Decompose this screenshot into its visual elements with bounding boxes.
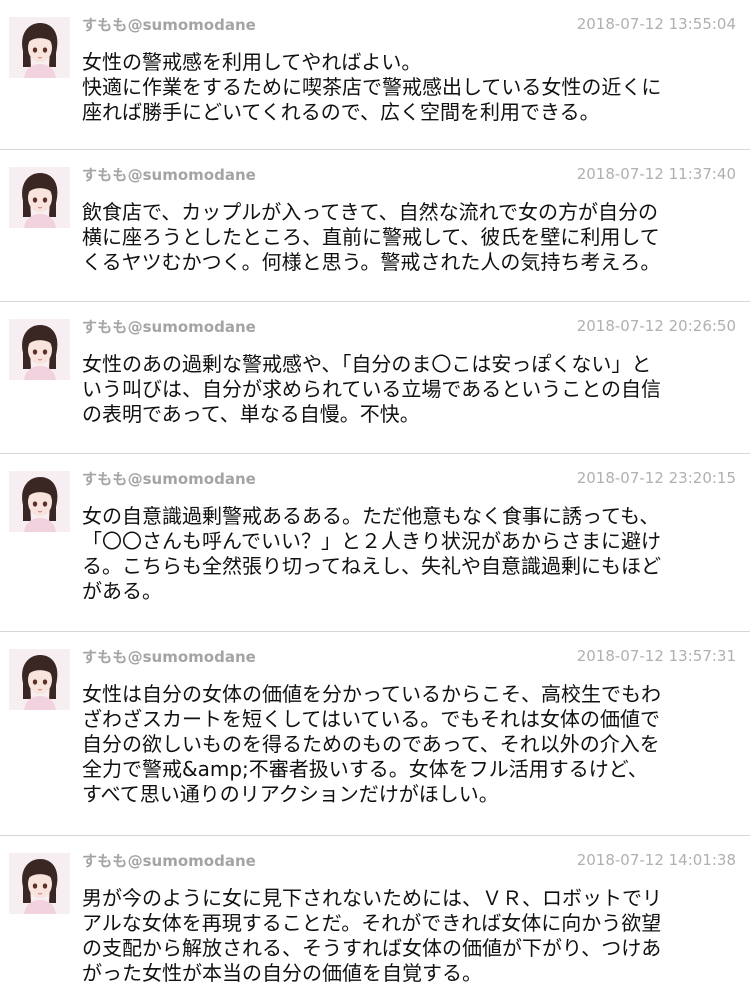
tweet-item[interactable]: すもも@sumomodane 2018-07-12 13:57:31 女性は自分… <box>0 632 750 836</box>
tweet-header: すもも@sumomodane 2018-07-12 23:20:15 <box>82 454 736 494</box>
tweet-item[interactable]: すもも@sumomodane 2018-07-12 14:01:38 男が今のよ… <box>0 836 750 998</box>
tweet-text-line: る。こちらも全然張り切ってねえし、失礼や自意識過剰にもほど <box>82 554 661 578</box>
tweet-text-line: すべて思い通りのリアクションだけがほしい。 <box>82 782 499 806</box>
tweet-item[interactable]: すもも@sumomodane 2018-07-12 20:26:50 女性のあの… <box>0 302 750 454</box>
tweet-text-line: がった女性が本当の自分の価値を自覚する。 <box>82 961 482 985</box>
tweet-text-line: 女性のあの過剰な警戒感や、「自分のま〇こは安っぽくない」と <box>82 352 652 376</box>
avatar-image <box>9 167 70 228</box>
user-handle[interactable]: @sumomodane <box>128 852 256 870</box>
user-name[interactable]: すもも <box>82 16 128 34</box>
user-handle[interactable]: @sumomodane <box>128 166 256 184</box>
tweet-text-line: 女性は自分の女体の価値を分かっているからこそ、高校生でもわ <box>82 682 661 706</box>
user-handle[interactable]: @sumomodane <box>128 470 256 488</box>
tweet-text: 女の自意識過剰警戒あるある。ただ他意もなく食事に誘っても、 「〇〇さんも呼んでい… <box>82 504 736 604</box>
tweet-item[interactable]: すもも@sumomodane 2018-07-12 23:20:15 女の自意識… <box>0 454 750 632</box>
timestamp: 2018-07-12 13:57:31 <box>576 647 736 665</box>
tweet-text-line: アルな女体を再現することだ。それができれば女体に向かう欲望 <box>82 911 662 935</box>
tweet-text-line: 横に座ろうとしたところ、直前に警戒して、彼氏を壁に利用して <box>82 225 660 249</box>
avatar[interactable] <box>9 649 70 710</box>
avatar-image <box>9 319 70 380</box>
tweet-header: すもも@sumomodane 2018-07-12 11:37:40 <box>82 150 736 190</box>
timestamp: 2018-07-12 14:01:38 <box>576 851 736 869</box>
user-name[interactable]: すもも <box>82 852 128 870</box>
tweet-header: すもも@sumomodane 2018-07-12 14:01:38 <box>82 836 736 876</box>
avatar[interactable] <box>9 853 70 914</box>
tweet-text-line: 「〇〇さんも呼んでいい？」と２人きり状況があからさまに避け <box>82 529 661 553</box>
tweet-header: すもも@sumomodane 2018-07-12 13:55:04 <box>82 0 736 40</box>
tweet-text-line: 自分の欲しいものを得るためのものであって、それ以外の介入を <box>82 732 660 756</box>
tweet-item[interactable]: すもも@sumomodane 2018-07-12 13:55:04 女性の警戒… <box>0 0 750 150</box>
tweet-text-line: がある。 <box>82 579 162 603</box>
tweet-item[interactable]: すもも@sumomodane 2018-07-12 11:37:40 飲食店で、… <box>0 150 750 302</box>
user-handle[interactable]: @sumomodane <box>128 16 256 34</box>
tweet-text-line: 座れば勝手にどいてくれるので、広く空間を利用できる。 <box>82 100 600 124</box>
avatar-image <box>9 853 70 914</box>
user-name[interactable]: すもも <box>82 648 128 666</box>
avatar[interactable] <box>9 319 70 380</box>
tweet-text: 飲食店で、カップルが入ってきて、自然な流れで女の方が自分の 横に座ろうとしたとこ… <box>82 200 736 275</box>
timestamp: 2018-07-12 23:20:15 <box>576 469 736 487</box>
avatar[interactable] <box>9 167 70 228</box>
tweet-text: 女性は自分の女体の価値を分かっているからこそ、高校生でもわ ざわざスカートを短く… <box>82 682 736 807</box>
user-name[interactable]: すもも <box>82 470 128 488</box>
tweet-text-line: 女性の警戒感を利用してやればよい。 <box>82 50 422 74</box>
avatar-image <box>9 649 70 710</box>
tweet-text-line: 男が今のように女に見下されないためには、ＶＲ、ロボットでリ <box>82 886 662 910</box>
tweet-text: 男が今のように女に見下されないためには、ＶＲ、ロボットでリ アルな女体を再現する… <box>82 886 736 986</box>
user-handle[interactable]: @sumomodane <box>128 648 256 666</box>
tweet-header: すもも@sumomodane 2018-07-12 20:26:50 <box>82 302 736 342</box>
timestamp: 2018-07-12 13:55:04 <box>576 15 736 33</box>
tweet-text-line: 快適に作業をするために喫茶店で警戒感出している女性の近くに <box>82 75 662 99</box>
user-handle[interactable]: @sumomodane <box>128 318 256 336</box>
tweet-text-line: 飲食店で、カップルが入ってきて、自然な流れで女の方が自分の <box>82 200 658 224</box>
tweet-text: 女性の警戒感を利用してやればよい。 快適に作業をするために喫茶店で警戒感出してい… <box>82 50 736 125</box>
avatar-image <box>9 17 70 78</box>
tweet-text: 女性のあの過剰な警戒感や、「自分のま〇こは安っぽくない」と いう叫びは、自分が求… <box>82 352 736 427</box>
tweet-text-line: ざわざスカートを短くしてはいている。でもそれは女体の価値で <box>82 707 660 731</box>
tweet-text-line: いう叫びは、自分が求められている立場であるということの自信 <box>82 377 661 401</box>
timestamp: 2018-07-12 11:37:40 <box>576 165 736 183</box>
timestamp: 2018-07-12 20:26:50 <box>576 317 736 335</box>
tweet-text-line: 女の自意識過剰警戒あるある。ただ他意もなく食事に誘っても、 <box>82 504 660 528</box>
tweet-text-line: の支配から解放される、そうすれば女体の価値が下がり、つけあ <box>82 936 662 960</box>
avatar-image <box>9 471 70 532</box>
user-name[interactable]: すもも <box>82 318 128 336</box>
avatar[interactable] <box>9 471 70 532</box>
tweet-text-line: の表明であって、単なる自慢。不快。 <box>82 402 420 426</box>
avatar[interactable] <box>9 17 70 78</box>
tweet-text-line: 全力で警戒&amp;不審者扱いする。女体をフル活用するけど、 <box>82 757 648 781</box>
tweet-feed: すもも@sumomodane 2018-07-12 13:55:04 女性の警戒… <box>0 0 750 998</box>
tweet-text-line: くるヤツむかつく。何様と思う。警戒された人の気持ち考えろ。 <box>82 250 661 274</box>
user-name[interactable]: すもも <box>82 166 128 184</box>
tweet-header: すもも@sumomodane 2018-07-12 13:57:31 <box>82 632 736 672</box>
